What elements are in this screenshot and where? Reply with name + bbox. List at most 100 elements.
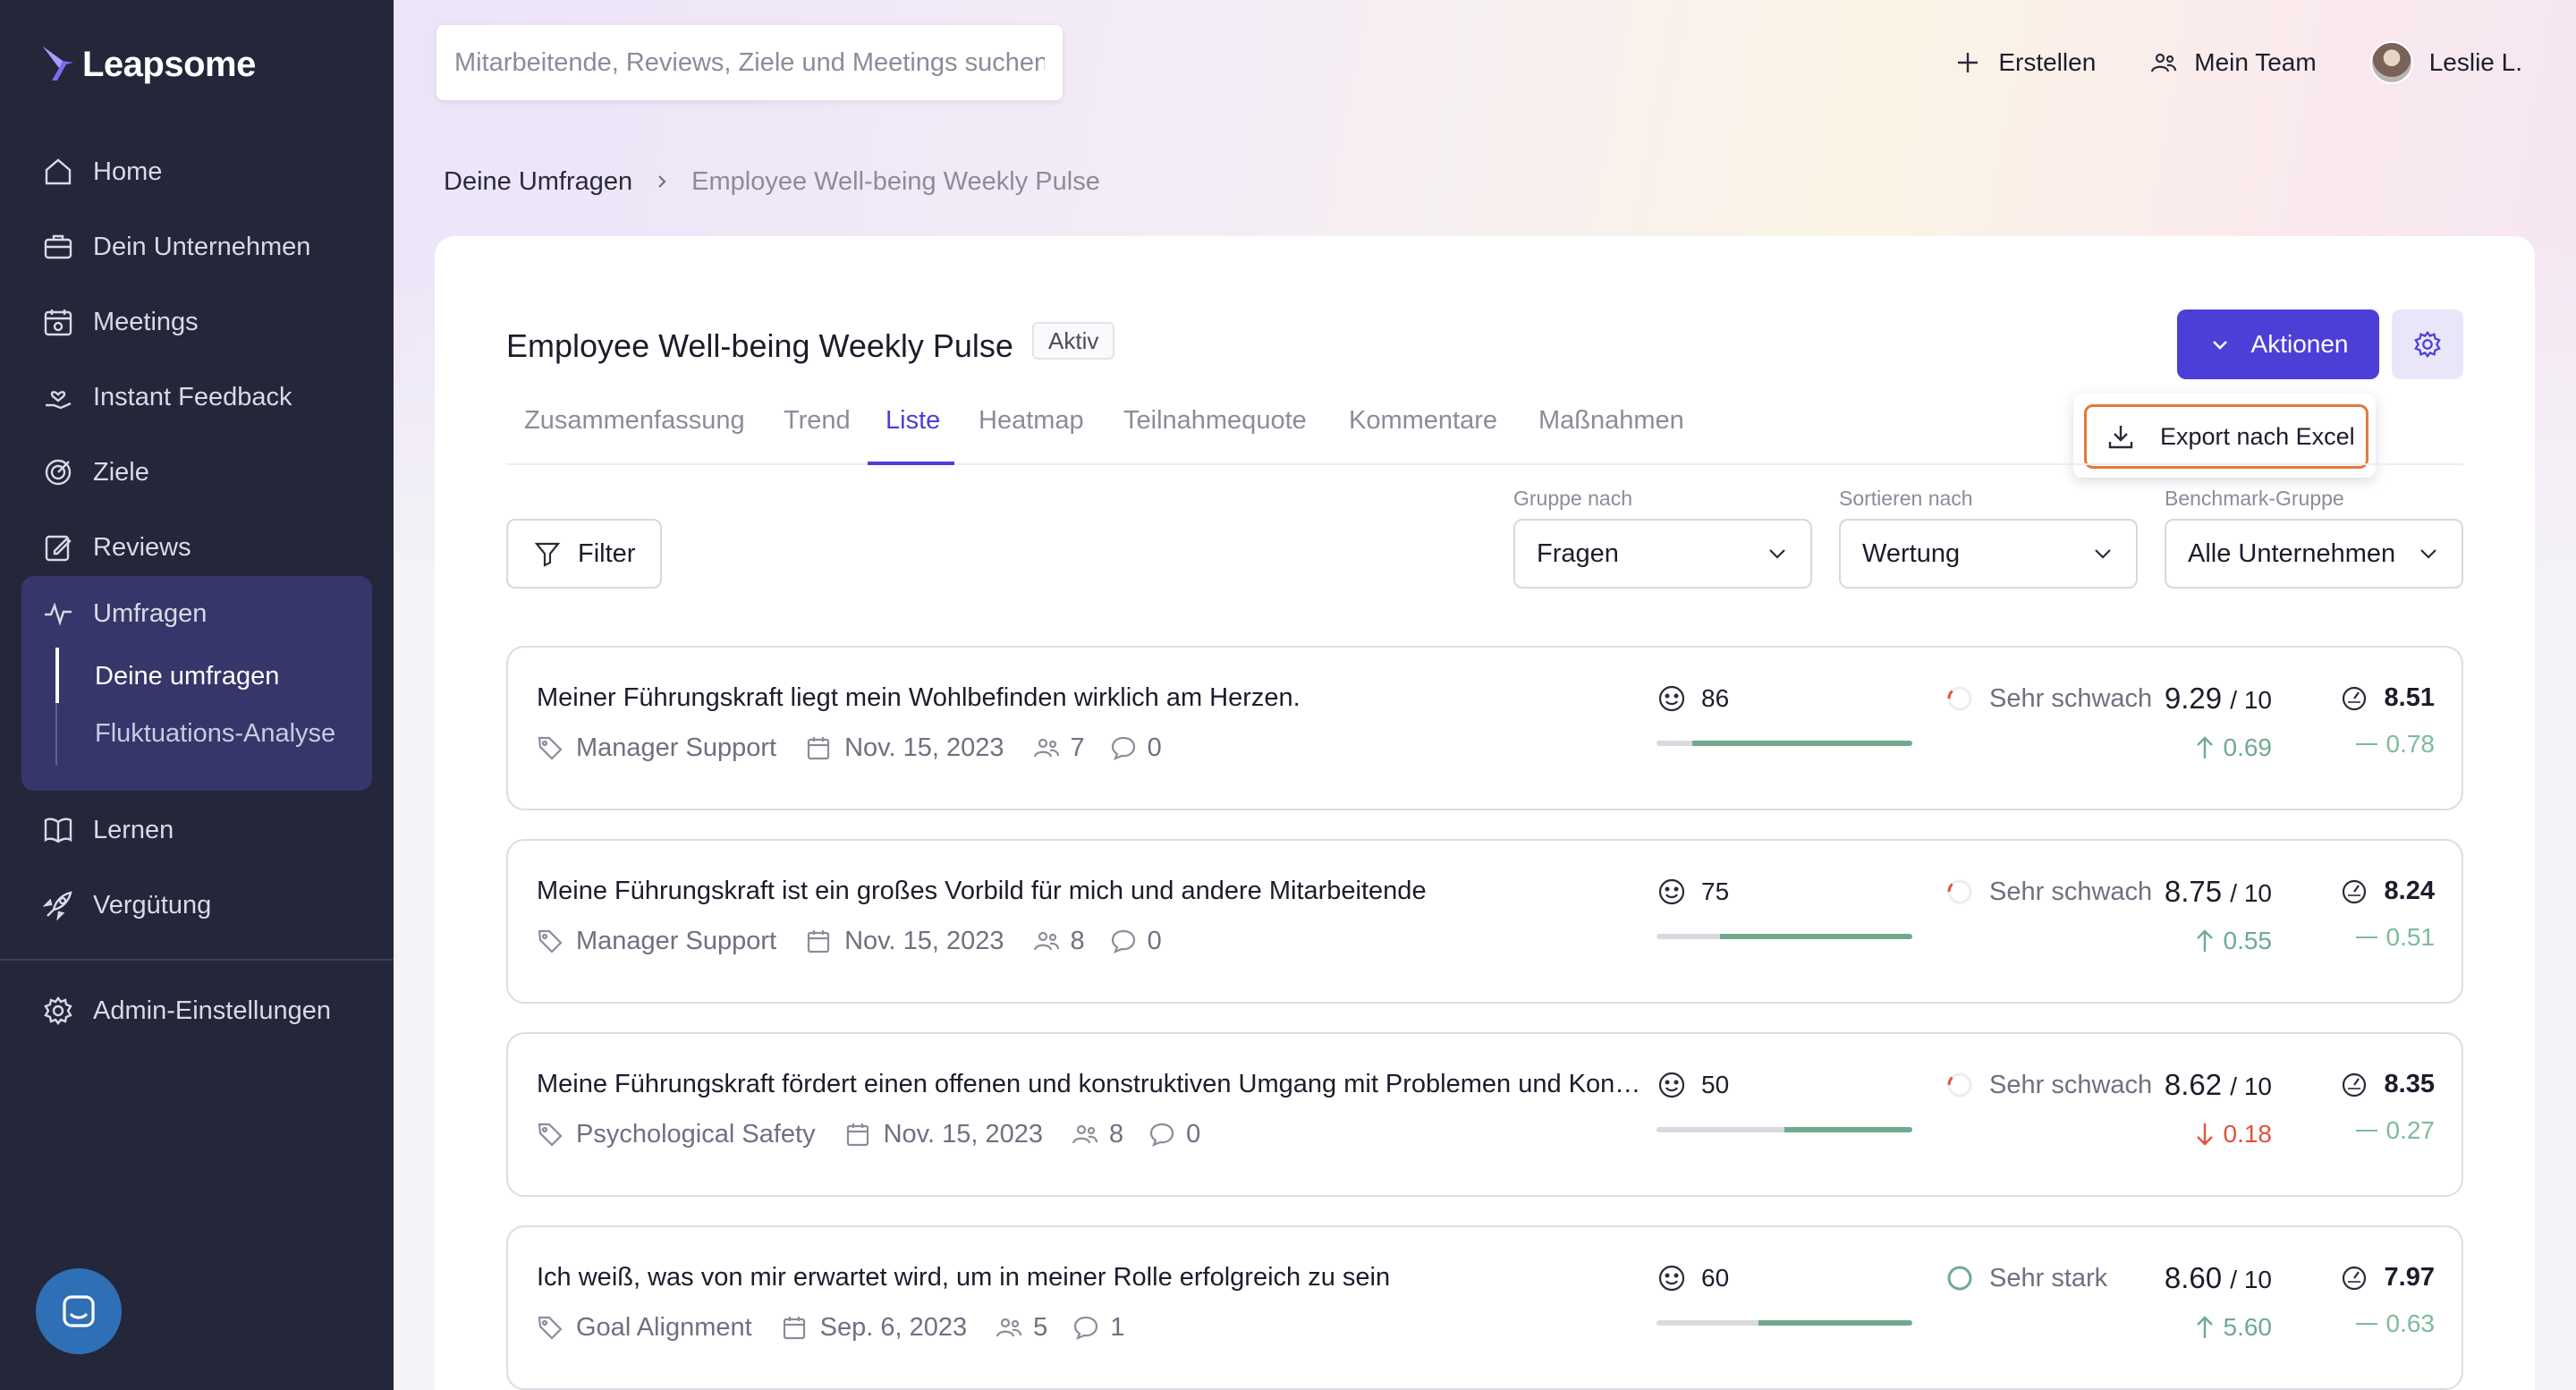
sidebar-subitem-attrition-analysis[interactable]: Fluktuations-Analyse bbox=[57, 705, 335, 762]
benchmark-value: 8.51 bbox=[2384, 683, 2435, 712]
comment-count: 0 bbox=[1110, 927, 1162, 956]
engagement-bar-fill bbox=[1692, 741, 1912, 746]
sidebar-item-instant-feedback[interactable]: Instant Feedback bbox=[0, 360, 394, 435]
my-team-button[interactable]: Mein Team bbox=[2149, 48, 2317, 77]
dash-icon bbox=[2355, 1130, 2377, 1131]
category-tag: Manager Support bbox=[537, 927, 776, 956]
dash-icon bbox=[2355, 743, 2377, 745]
score-delta-value: 0.69 bbox=[2223, 733, 2273, 761]
filter-button[interactable]: Filter bbox=[506, 519, 662, 589]
engagement-value: 86 bbox=[1701, 684, 1730, 712]
sidebar-item-surveys[interactable]: Umfragen bbox=[21, 576, 372, 651]
group-by-value: Fragen bbox=[1537, 538, 1619, 568]
nav-lower: Lernen Vergütung bbox=[0, 792, 394, 943]
category-label: Manager Support bbox=[576, 733, 777, 762]
gauge-icon bbox=[2342, 879, 2366, 903]
tab-comments[interactable]: Kommentare bbox=[1349, 406, 1497, 463]
sidebar-item-admin-settings[interactable]: Admin-Einstellungen bbox=[0, 973, 394, 1048]
sidebar-item-label: Instant Feedback bbox=[93, 382, 292, 411]
sidebar-item-meetings[interactable]: Meetings bbox=[0, 284, 394, 360]
engagement-score: 60 bbox=[1657, 1263, 1729, 1293]
user-menu[interactable]: Leslie L. bbox=[2369, 41, 2522, 84]
benchmark-score: 8.35 bbox=[2340, 1070, 2435, 1099]
benchmark-group-select[interactable]: Alle Unternehmen bbox=[2165, 519, 2463, 589]
question-row[interactable]: Meiner Führungskraft liegt mein Wohlbefi… bbox=[506, 646, 2463, 810]
score-value: 8.75 bbox=[2164, 875, 2223, 908]
benchmark-value: 8.24 bbox=[2384, 877, 2435, 905]
user-name: Leslie L. bbox=[2428, 48, 2522, 76]
engagement-score: 86 bbox=[1657, 683, 1729, 714]
score-delta: 5.60 bbox=[2193, 1313, 2273, 1342]
score-denominator: / 10 bbox=[2230, 1266, 2272, 1293]
participant-count: 8 bbox=[1072, 1120, 1123, 1149]
score-delta: 0.55 bbox=[2193, 927, 2272, 955]
search-input[interactable] bbox=[454, 47, 1045, 78]
tab-participation[interactable]: Teilnahmequote bbox=[1123, 406, 1307, 463]
engagement-bar bbox=[1657, 1320, 1912, 1326]
tag-icon bbox=[538, 1316, 563, 1340]
engagement-bar bbox=[1657, 934, 1912, 939]
strength-ring-icon bbox=[1947, 879, 1972, 904]
sidebar-item-goals[interactable]: Ziele bbox=[0, 435, 394, 510]
chat-icon bbox=[63, 1295, 95, 1327]
sidebar-item-home[interactable]: Home bbox=[0, 134, 394, 209]
date-label: Nov. 15, 2023 bbox=[883, 1119, 1044, 1148]
score: 9.29 / 10 bbox=[2165, 682, 2272, 716]
benchmark-score: 8.51 bbox=[2340, 683, 2435, 713]
group-by-label: Gruppe nach bbox=[1513, 487, 1632, 510]
arrow-icon bbox=[2196, 1316, 2213, 1338]
sidebar-item-label: Lernen bbox=[93, 815, 174, 844]
tab-list[interactable]: Liste bbox=[867, 406, 955, 465]
question-date: Nov. 15, 2023 bbox=[805, 927, 1004, 956]
question-title: Meine Führungskraft fördert einen offene… bbox=[537, 1070, 1646, 1098]
question-row[interactable]: Meine Führungskraft fördert einen offene… bbox=[506, 1032, 2463, 1197]
gear-icon bbox=[2414, 330, 2441, 359]
sort-by-value: Wertung bbox=[1862, 538, 1961, 568]
leapsome-bird-icon bbox=[43, 47, 73, 81]
question-row[interactable]: Meine Führungskraft ist ein großes Vorbi… bbox=[506, 839, 2463, 1004]
sidebar-divider bbox=[0, 959, 394, 961]
sidebar-subitem-your-surveys[interactable]: Deine umfragen bbox=[57, 648, 335, 705]
calendar-icon bbox=[783, 1317, 805, 1340]
rocket-icon bbox=[43, 891, 72, 920]
leapsome-logo[interactable]: Leapsome bbox=[39, 39, 256, 89]
survey-settings-button[interactable] bbox=[2392, 309, 2463, 379]
sidebar-item-reviews[interactable]: Reviews bbox=[0, 510, 394, 585]
tab-actions[interactable]: Maßnahmen bbox=[1538, 406, 1684, 463]
sort-by-select[interactable]: Wertung bbox=[1839, 519, 2138, 589]
comment-count: 0 bbox=[1110, 733, 1162, 763]
smiley-icon bbox=[1658, 1072, 1685, 1098]
score-value: 8.62 bbox=[2164, 1068, 2223, 1101]
question-title: Meiner Führungskraft liegt mein Wohlbefi… bbox=[537, 683, 1301, 712]
plus-icon bbox=[1958, 53, 1979, 72]
chat-launcher-button[interactable] bbox=[36, 1268, 122, 1354]
group-by-select[interactable]: Fragen bbox=[1513, 519, 1812, 589]
benchmark-delta-value: 0.78 bbox=[2385, 730, 2436, 758]
comment-count: 0 bbox=[1148, 1120, 1200, 1149]
participant-count: 8 bbox=[1033, 927, 1085, 956]
sidebar-item-label: Admin-Einstellungen bbox=[93, 996, 331, 1025]
create-button[interactable]: Erstellen bbox=[1953, 48, 2096, 77]
sidebar-item-company[interactable]: Dein Unternehmen bbox=[0, 209, 394, 284]
survey-tabs: Zusammenfassung Trend Liste Heatmap Teil… bbox=[506, 394, 2463, 465]
strength-ring-icon bbox=[1947, 686, 1972, 711]
score-delta-value: 0.18 bbox=[2223, 1120, 2273, 1148]
calendar-meeting-icon bbox=[44, 309, 72, 336]
tab-trend[interactable]: Trend bbox=[784, 406, 851, 463]
participant-count-value: 5 bbox=[1033, 1312, 1048, 1342]
comment-count-value: 1 bbox=[1110, 1312, 1125, 1342]
question-row[interactable]: Ich weiß, was von mir erwartet wird, um … bbox=[506, 1225, 2463, 1390]
score-delta-value: 5.60 bbox=[2223, 1313, 2273, 1341]
sidebar-item-compensation[interactable]: Vergütung bbox=[0, 868, 394, 943]
tab-heatmap[interactable]: Heatmap bbox=[979, 406, 1084, 463]
topbar-actions: Erstellen Mein Team Leslie L. bbox=[1953, 36, 2522, 89]
global-search[interactable] bbox=[436, 25, 1063, 100]
actions-button[interactable]: Aktionen bbox=[2177, 309, 2379, 379]
comment-count-value: 0 bbox=[1147, 733, 1162, 762]
chevron-right-icon bbox=[658, 175, 666, 188]
sidebar-item-learning[interactable]: Lernen bbox=[0, 792, 394, 868]
people-icon bbox=[1072, 1124, 1098, 1144]
breadcrumb-root-link[interactable]: Deine Umfragen bbox=[444, 167, 632, 197]
tag-icon bbox=[538, 929, 563, 954]
tab-summary[interactable]: Zusammenfassung bbox=[524, 406, 745, 463]
